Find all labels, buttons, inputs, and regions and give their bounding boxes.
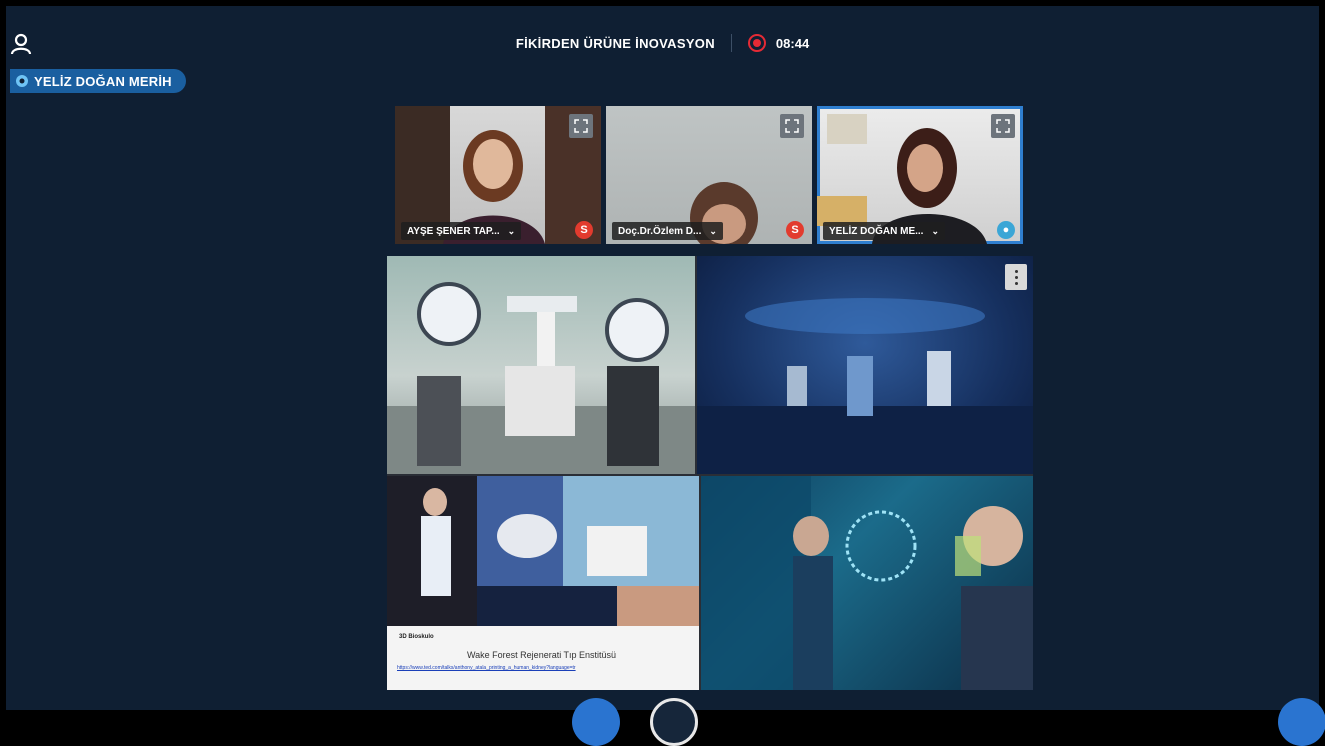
participant-name-bar: AYŞE ŞENER TAP... ⌄ [395, 218, 601, 244]
bioprinting-collage: 3D Bioskulo Wake Forest Rejenerati Tıp E… [387, 476, 699, 690]
meeting-window: YELİZ DOĞAN MERİH FİKİRDEN ÜRÜNE İNOVASY… [6, 6, 1319, 710]
document-link[interactable]: https://www.ted.com/talks/anthony_atala_… [397, 664, 627, 672]
participant-tile-active[interactable]: YELİZ DOĞAN ME... ⌄ ● [817, 106, 1023, 244]
mic-off-icon: S [786, 221, 804, 239]
expand-icon[interactable] [780, 114, 804, 138]
recording-status: 08:44 [747, 34, 810, 52]
document-card: 3D Bioskulo Wake Forest Rejenerati Tıp E… [387, 626, 699, 690]
presenter-name: YELİZ DOĞAN MERİH [34, 73, 172, 89]
participant-name-tag[interactable]: YELİZ DOĞAN ME... ⌄ [823, 222, 945, 240]
participant-tile[interactable]: Doç.Dr.Özlem D... ⌄ S [606, 106, 812, 244]
participant-tile[interactable]: AYŞE ŞENER TAP... ⌄ S [395, 106, 601, 244]
chevron-down-icon: ⌄ [507, 225, 516, 236]
header-divider [730, 34, 732, 52]
microphone-button[interactable] [572, 698, 620, 746]
participant-name: AYŞE ŞENER TAP... [407, 225, 500, 237]
mic-off-icon: S [575, 221, 593, 239]
operating-room-image [697, 256, 1033, 474]
chevron-down-icon: ⌄ [931, 225, 939, 236]
medical-hud-image [701, 476, 1033, 690]
record-icon[interactable] [747, 34, 766, 52]
participant-name-bar: YELİZ DOĞAN ME... ⌄ [817, 218, 1023, 244]
participant-name-tag[interactable]: Doç.Dr.Özlem D... ⌄ [612, 222, 723, 240]
camera-button[interactable] [650, 698, 698, 746]
recording-timer: 08:44 [775, 35, 810, 51]
chevron-down-icon: ⌄ [709, 225, 717, 236]
meeting-title: FİKİRDEN ÜRÜNE İNOVASYON [515, 35, 715, 51]
moderator-icon: ● [997, 221, 1015, 239]
document-heading: 3D Bioskulo [399, 634, 434, 640]
presenter-indicator[interactable]: YELİZ DOĞAN MERİH [10, 69, 186, 93]
presenter-icon [16, 75, 28, 87]
participant-name: Doç.Dr.Özlem D... [618, 225, 702, 237]
chat-button[interactable] [1278, 698, 1325, 746]
shared-screen[interactable]: 3D Bioskulo Wake Forest Rejenerati Tıp E… [387, 256, 1033, 690]
participant-name-bar: Doç.Dr.Özlem D... ⌄ [606, 218, 812, 244]
more-options-icon[interactable] [1005, 264, 1027, 290]
meeting-header: FİKİRDEN ÜRÜNE İNOVASYON 08:44 [6, 34, 1319, 52]
participant-name-tag[interactable]: AYŞE ŞENER TAP... ⌄ [401, 222, 522, 240]
expand-icon[interactable] [569, 114, 593, 138]
participant-name: YELİZ DOĞAN ME... [829, 225, 924, 237]
document-text: Wake Forest Rejenerati Tıp Enstitüsü [467, 650, 617, 660]
expand-icon[interactable] [991, 114, 1015, 138]
surgical-robot-image [387, 256, 695, 474]
